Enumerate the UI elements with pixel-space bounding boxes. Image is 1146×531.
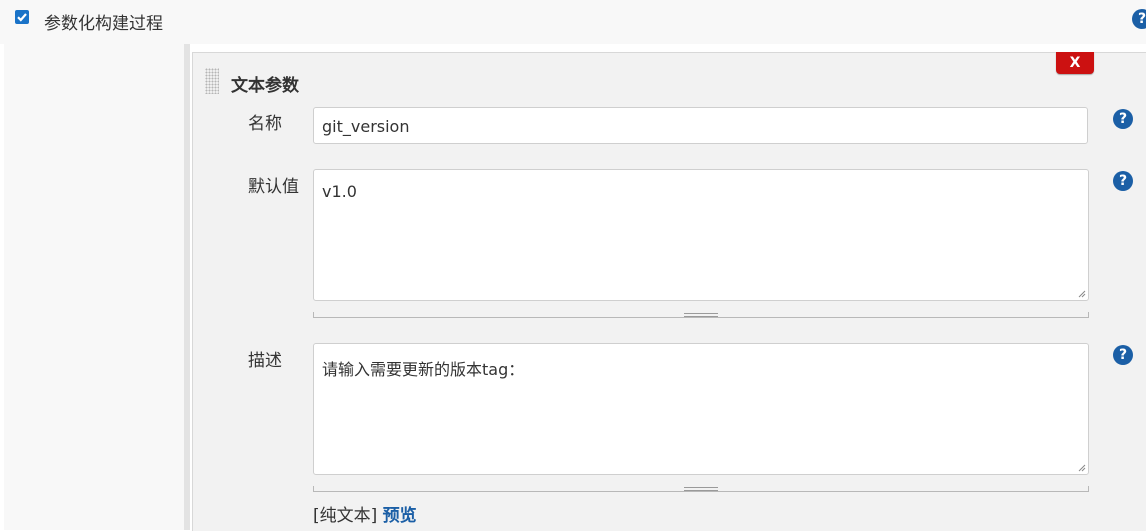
parameterized-build-checkbox[interactable] <box>15 10 29 24</box>
splitter-handle-icon[interactable] <box>684 313 718 317</box>
preview-link[interactable]: 预览 <box>383 506 417 526</box>
parameter-type-title: 文本参数 <box>231 76 299 96</box>
default-value-text: v1.0 <box>322 182 357 201</box>
resize-grip-icon[interactable] <box>1076 288 1086 298</box>
default-value-splitter[interactable] <box>313 312 1089 318</box>
plain-text-label: [纯文本] <box>313 506 378 526</box>
help-icon[interactable]: ? <box>1113 109 1133 129</box>
name-label: 名称 <box>248 114 282 134</box>
preview-row: [纯文本] 预览 <box>313 501 417 526</box>
left-indent-bar <box>184 44 190 530</box>
parameterized-build-label: 参数化构建过程 <box>44 14 163 34</box>
default-value-textarea[interactable]: v1.0 <box>313 169 1089 301</box>
delete-parameter-button[interactable]: X <box>1056 52 1094 74</box>
help-icon[interactable]: ? <box>1113 345 1133 365</box>
parameterized-build-row: 参数化构建过程 ? <box>0 0 1146 44</box>
resize-grip-icon[interactable] <box>1076 462 1086 472</box>
name-input[interactable]: git_version <box>313 107 1088 144</box>
description-label: 描述 <box>248 351 282 371</box>
drag-handle-icon[interactable] <box>205 68 219 94</box>
help-icon[interactable]: ? <box>1132 9 1146 29</box>
help-icon[interactable]: ? <box>1113 171 1133 191</box>
description-textarea[interactable]: 请输入需要更新的版本tag： <box>313 343 1089 475</box>
splitter-handle-icon[interactable] <box>684 487 718 491</box>
default-value-label: 默认值 <box>248 177 299 197</box>
description-text: 请输入需要更新的版本tag： <box>322 360 525 379</box>
check-icon <box>17 13 27 22</box>
description-splitter[interactable] <box>313 486 1089 492</box>
left-gutter <box>4 44 184 530</box>
